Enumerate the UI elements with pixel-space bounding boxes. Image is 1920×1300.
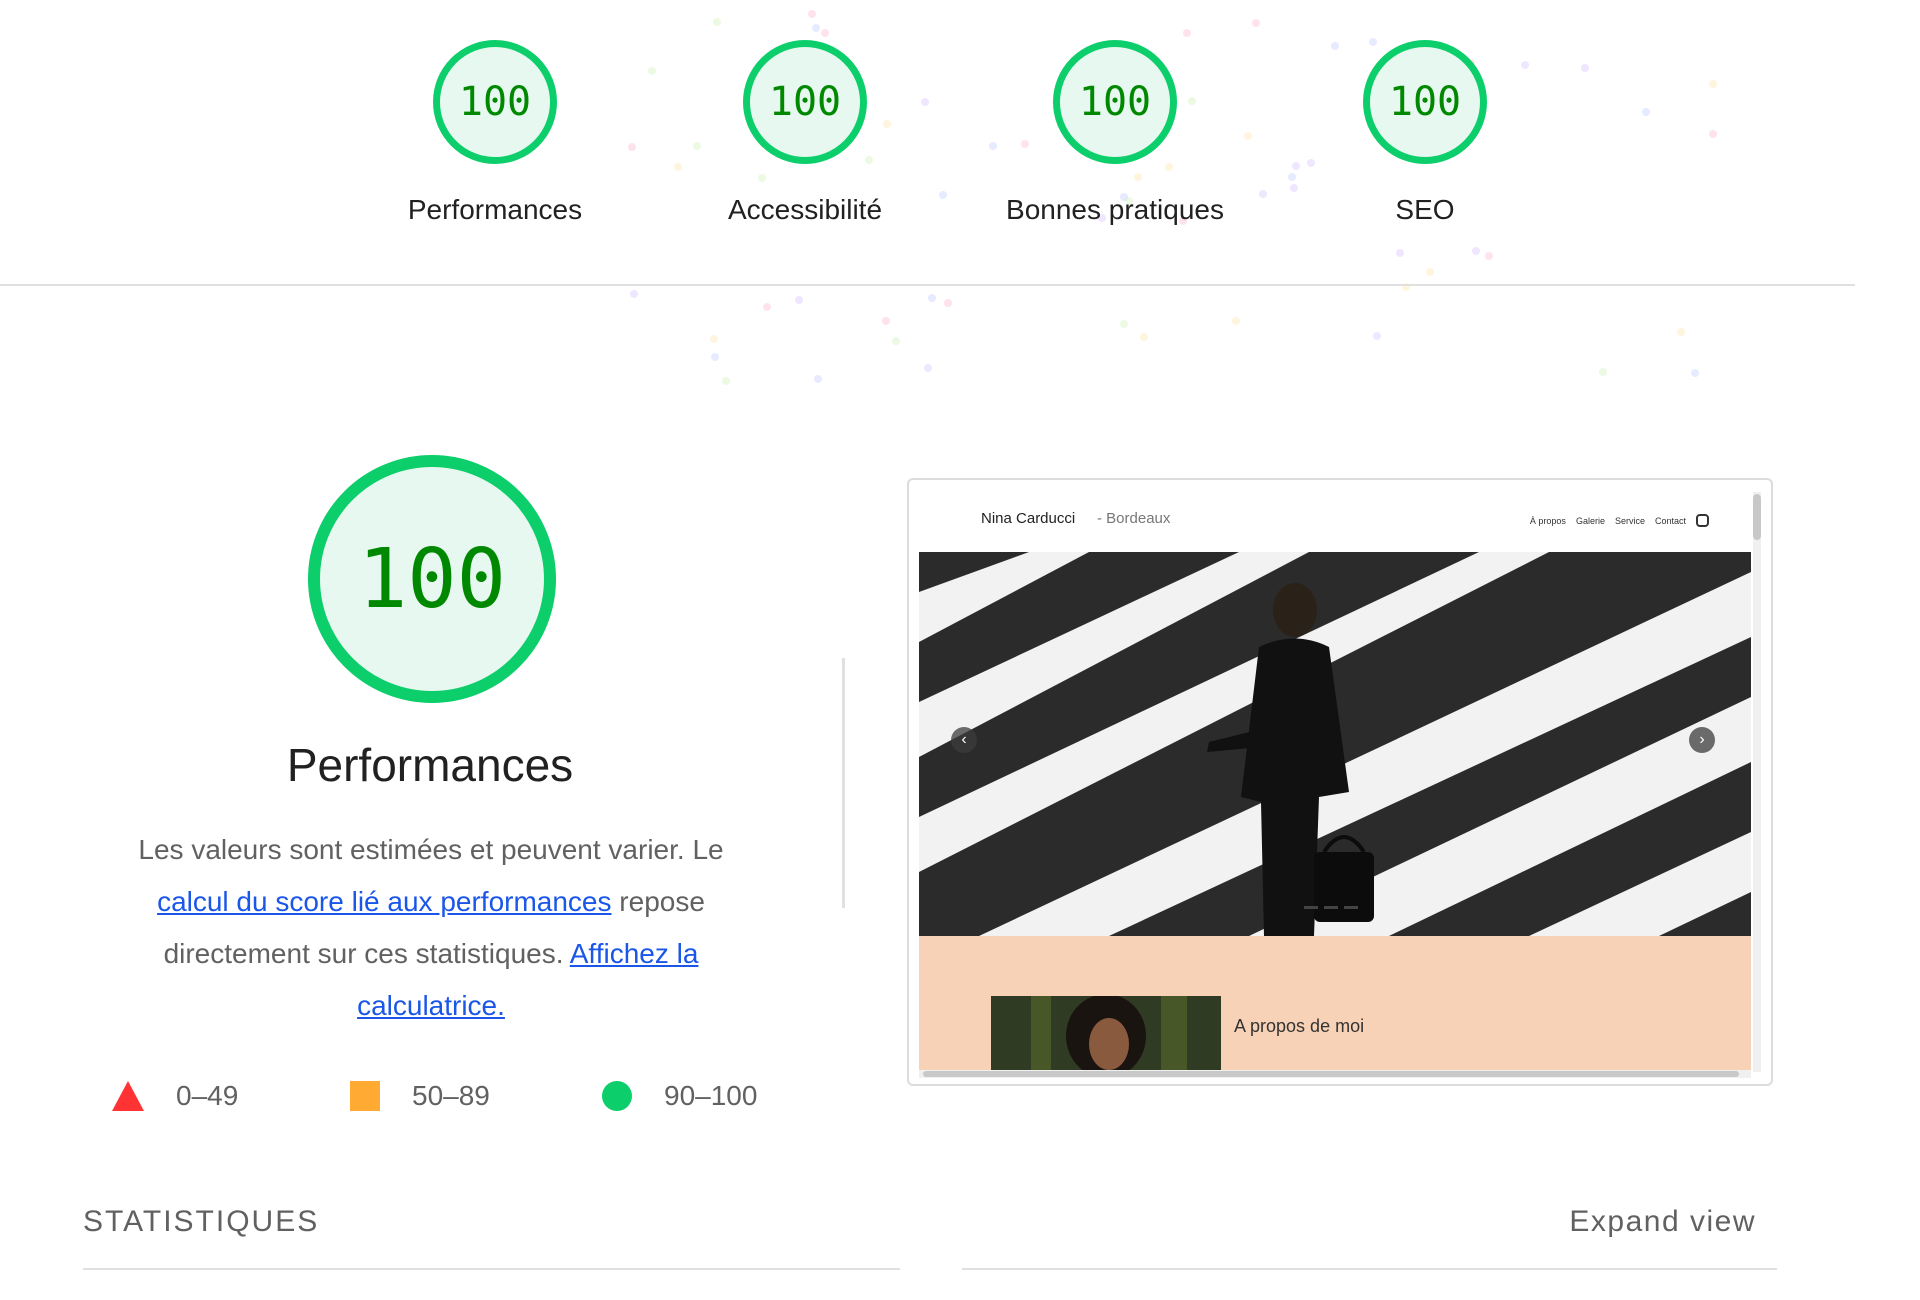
performance-title: Performances: [286, 739, 574, 791]
confetti-dot: [1708, 130, 1717, 139]
score-calculation-link[interactable]: calcul du score lié aux performances: [157, 886, 611, 917]
preview-nav: À propos Galerie Service Contact: [1520, 514, 1709, 527]
confetti-dot: [1140, 332, 1149, 341]
preview-hero-image: [919, 552, 1751, 936]
gauge-label: Performances: [407, 194, 583, 225]
confetti-dot: [807, 10, 816, 19]
gauge-seo[interactable]: 100 SEO: [1270, 40, 1580, 240]
preview-site-city: - Bordeaux: [1097, 510, 1171, 527]
confetti-dot: [1120, 320, 1129, 329]
confetti-dot: [812, 23, 821, 32]
gauge-performance[interactable]: 100 Performances: [340, 40, 650, 240]
confetti-dot: [814, 374, 823, 383]
preview-nav-item: Galerie: [1575, 515, 1605, 526]
confetti-dot: [1581, 63, 1590, 72]
confetti-dot: [892, 337, 901, 346]
confetti-dot: [1598, 368, 1607, 377]
confetti-dot: [710, 352, 719, 361]
preview-vertical-scrollbar: [1753, 492, 1761, 1072]
confetti-dot: [1472, 246, 1481, 255]
confetti-dot: [762, 303, 771, 312]
preview-portrait: [991, 996, 1221, 1070]
confetti-dot: [928, 293, 937, 302]
performance-gauge-large: 100: [308, 455, 556, 703]
legend-label: 90–100: [664, 1080, 758, 1111]
legend-label: 50–89: [412, 1080, 490, 1111]
triangle-icon: [112, 1081, 144, 1111]
preview-site-name: Nina Carducci: [981, 510, 1076, 527]
preview-nav-item: À propos: [1529, 515, 1566, 526]
preview-header: Nina Carducci - Bordeaux À propos Galeri…: [909, 480, 1771, 550]
statistics-heading: STATISTIQUES: [83, 1205, 320, 1238]
gauge-score: 100: [458, 79, 532, 125]
gauge-ring: 100: [743, 40, 867, 164]
legend-fail: 0–49: [112, 1080, 238, 1112]
metrics-divider-left: [83, 1268, 900, 1270]
confetti-dot: [709, 335, 718, 344]
preview-hscroll-thumb: [923, 1071, 1739, 1077]
metrics-divider-right: [962, 1268, 1777, 1270]
gauge-ring: 100: [1053, 40, 1177, 164]
legend-average: 50–89: [350, 1080, 490, 1112]
legend-label: 0–49: [176, 1080, 239, 1111]
preview-nav-item: Service: [1614, 515, 1645, 526]
confetti-dot: [1183, 29, 1192, 38]
final-screenshot[interactable]: Nina Carducci - Bordeaux À propos Galeri…: [907, 478, 1773, 1086]
preview-about-title: A propos de moi: [1234, 1016, 1365, 1036]
confetti-dot: [1396, 249, 1405, 258]
confetti-dot: [713, 17, 722, 26]
confetti-dot: [1641, 107, 1650, 116]
instagram-icon: [1696, 514, 1709, 527]
portrait-photo: [991, 996, 1221, 1070]
carousel-next-icon: ›: [1689, 727, 1715, 753]
gauge-accessibility[interactable]: 100 Accessibilité: [650, 40, 960, 240]
confetti-dot: [1252, 18, 1261, 27]
gauge-label: Accessibilité: [727, 194, 883, 225]
confetti-dot: [721, 376, 730, 385]
confetti-dot: [1232, 317, 1241, 326]
confetti-dot: [1676, 328, 1685, 337]
gauge-label: SEO: [1395, 194, 1455, 225]
confetti-dot: [629, 289, 638, 298]
expand-view-button[interactable]: Expand view: [1569, 1205, 1756, 1239]
preview-nav-item: Contact: [1654, 515, 1686, 526]
crosswalk-photo: [919, 552, 1751, 936]
confetti-dot: [820, 28, 829, 37]
carousel-prev-icon: ‹: [951, 727, 977, 753]
confetti-dot: [795, 295, 804, 304]
category-gauges: 100 Performances 100 Accessibilité 100 B…: [340, 40, 1580, 240]
circle-icon: [602, 1081, 632, 1111]
confetti-dot: [1426, 268, 1435, 277]
performance-score: 100: [357, 531, 507, 627]
confetti-dot: [944, 299, 953, 308]
description-text: Les valeurs sont estimées et peuvent var…: [138, 834, 724, 865]
gauge-score: 100: [1078, 79, 1152, 125]
confetti-dot: [1485, 251, 1494, 260]
confetti-dot: [1372, 331, 1381, 340]
confetti-dot: [924, 363, 933, 372]
gauge-ring: 100: [1363, 40, 1487, 164]
performance-description: Les valeurs sont estimées et peuvent var…: [100, 824, 762, 1032]
preview-scroll-thumb: [1753, 494, 1761, 540]
gauge-score: 100: [1388, 79, 1462, 125]
gauge-best-practices[interactable]: 100 Bonnes pratiques: [960, 40, 1270, 240]
confetti-dot: [1690, 368, 1699, 377]
gauge-score: 100: [768, 79, 842, 125]
confetti-dot: [1709, 79, 1718, 88]
confetti-dot: [882, 317, 890, 326]
score-legend: 0–49 50–89 90–100: [110, 1080, 830, 1120]
square-icon: [350, 1081, 380, 1111]
gauge-label: Bonnes pratiques: [1006, 194, 1224, 225]
gauge-ring: 100: [433, 40, 557, 164]
preview-about-section: A propos de moi: [919, 936, 1751, 1070]
vertical-separator: [842, 658, 845, 908]
legend-pass: 90–100: [602, 1080, 757, 1112]
header-divider: [0, 284, 1855, 286]
